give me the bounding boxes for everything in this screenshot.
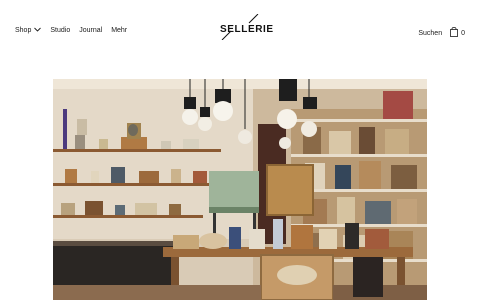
cart-button[interactable]: 0 [450,27,465,39]
nav-item-studio[interactable]: Studio [50,27,70,34]
main-nav: Shop Studio Journal Mehr [15,27,127,34]
utility-nav: Suchen 0 [418,27,465,39]
store-interior-photo-icon [53,79,427,300]
site-header: Shop Studio Journal Mehr SELLERIE Suchen… [0,0,480,64]
cart-count: 0 [461,29,465,37]
nav-item-shop[interactable]: Shop [15,27,42,34]
brand-name: SELLERIE [220,24,274,35]
shopping-bag-icon [450,27,458,39]
hero-image [53,79,427,300]
brand-logo[interactable]: SELLERIE [220,14,274,40]
search-link[interactable]: Suchen [418,30,442,37]
nav-item-label: Shop [15,27,32,34]
nav-item-journal[interactable]: Journal [79,27,102,34]
chevron-down-icon [34,27,42,34]
nav-item-mehr[interactable]: Mehr [111,27,127,34]
